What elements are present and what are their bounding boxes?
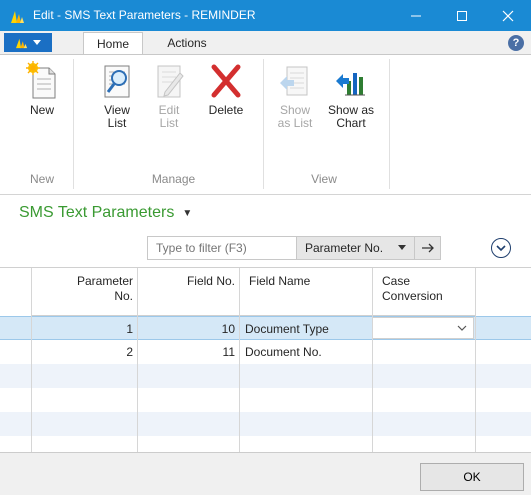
show-as-chart-icon xyxy=(331,61,371,101)
column-header-field-no[interactable]: Field No. xyxy=(138,268,239,316)
window-title: Edit - SMS Text Parameters - REMINDER xyxy=(33,8,256,22)
table-row-empty xyxy=(0,412,531,436)
expand-filter-button[interactable] xyxy=(491,238,511,258)
edit-list-icon xyxy=(149,61,189,101)
minimize-button[interactable] xyxy=(393,0,439,31)
arrow-right-icon xyxy=(421,243,434,253)
edit-list-label-line2: List xyxy=(159,116,179,130)
column-divider xyxy=(137,268,138,452)
dialog-footer: OK xyxy=(0,452,531,495)
cell-parameter-no[interactable]: 2 xyxy=(32,340,137,364)
cell-field-name[interactable]: Document Type xyxy=(240,317,372,341)
cell-field-no[interactable]: 10 xyxy=(138,317,239,341)
view-list-label-line2: List xyxy=(107,116,127,130)
ribbon: New New View List Edit List Delete Manag… xyxy=(0,54,531,195)
filter-input[interactable] xyxy=(147,236,297,260)
table-row-empty xyxy=(0,388,531,412)
group-divider xyxy=(263,59,264,189)
cell-case-conversion[interactable] xyxy=(373,340,475,364)
chevron-down-icon xyxy=(457,325,467,331)
close-icon xyxy=(502,10,514,21)
filter-bar: Parameter No. xyxy=(147,236,472,260)
header-parameter-no-line2: No. xyxy=(114,289,133,303)
cell-field-no[interactable]: 11 xyxy=(138,340,239,364)
tab-actions[interactable]: Actions xyxy=(152,32,222,54)
help-icon[interactable]: ? xyxy=(508,35,524,51)
minimize-icon xyxy=(411,15,421,16)
column-header-parameter-no[interactable]: Parameter No. xyxy=(32,268,137,316)
table-row[interactable]: 1 10 Document Type xyxy=(0,316,531,340)
table-row-empty xyxy=(0,364,531,388)
delete-button[interactable]: Delete xyxy=(200,61,252,117)
filter-field-select[interactable]: Parameter No. xyxy=(297,236,415,260)
table-row[interactable]: 2 11 Document No. xyxy=(0,340,531,364)
delete-icon xyxy=(206,61,246,101)
filter-field-value: Parameter No. xyxy=(305,241,384,255)
new-document-icon xyxy=(22,61,62,101)
header-case-line2: Conversion xyxy=(382,289,443,303)
page-title-text: SMS Text Parameters xyxy=(19,204,175,221)
chevron-down-icon xyxy=(398,245,406,250)
app-menu-button[interactable] xyxy=(4,33,52,52)
chevron-down-icon xyxy=(33,39,41,45)
maximize-icon xyxy=(457,10,467,21)
column-header-case-conversion[interactable]: Case Conversion xyxy=(373,268,475,316)
delete-button-label: Delete xyxy=(208,103,244,117)
caret-down-icon: ▼ xyxy=(182,207,193,219)
header-case-line1: Case xyxy=(382,274,411,288)
view-list-button[interactable]: View List xyxy=(95,61,139,130)
header-parameter-no-line1: Parameter xyxy=(76,274,133,288)
header-field-no: Field No. xyxy=(186,274,235,288)
group-divider xyxy=(389,59,390,189)
chevron-down-icon xyxy=(496,244,506,251)
dynamics-nav-logo-icon xyxy=(11,11,24,23)
tab-home[interactable]: Home xyxy=(83,32,143,54)
view-list-icon xyxy=(97,61,137,101)
show-as-chart-label-line2: Chart xyxy=(336,116,366,130)
column-header-field-name[interactable]: Field Name xyxy=(240,268,372,316)
group-label-view: View xyxy=(311,172,337,186)
cell-parameter-no[interactable]: 1 xyxy=(32,317,137,341)
ribbon-tab-strip: Home Actions ? xyxy=(0,31,531,54)
page-title[interactable]: SMS Text Parameters ▼ xyxy=(19,204,192,222)
close-button[interactable] xyxy=(485,0,531,31)
new-button[interactable]: New xyxy=(22,61,62,117)
column-divider xyxy=(31,268,32,452)
dynamics-nav-logo-icon xyxy=(16,38,28,48)
header-field-name: Field Name xyxy=(249,274,311,288)
show-as-chart-button[interactable]: Show as Chart xyxy=(324,61,378,130)
column-divider xyxy=(239,268,240,452)
show-as-list-button[interactable]: Show as List xyxy=(270,61,320,130)
case-conversion-dropdown[interactable] xyxy=(372,317,474,339)
group-divider xyxy=(73,59,74,189)
column-divider xyxy=(475,268,476,452)
column-divider xyxy=(372,268,373,452)
group-label-manage: Manage xyxy=(151,172,196,186)
show-as-list-icon xyxy=(275,61,315,101)
show-as-list-label-line2: as List xyxy=(277,116,313,130)
ok-button[interactable]: OK xyxy=(420,463,524,491)
apply-filter-button[interactable] xyxy=(415,236,441,260)
group-label-new: New xyxy=(29,172,54,186)
cell-field-name[interactable]: Document No. xyxy=(240,340,372,364)
new-button-label: New xyxy=(29,103,54,117)
edit-list-button[interactable]: Edit List xyxy=(149,61,189,130)
title-bar: Edit - SMS Text Parameters - REMINDER xyxy=(0,0,531,31)
parameters-grid: Parameter No. Field No. Field Name Case … xyxy=(0,267,531,452)
maximize-button[interactable] xyxy=(439,0,485,31)
